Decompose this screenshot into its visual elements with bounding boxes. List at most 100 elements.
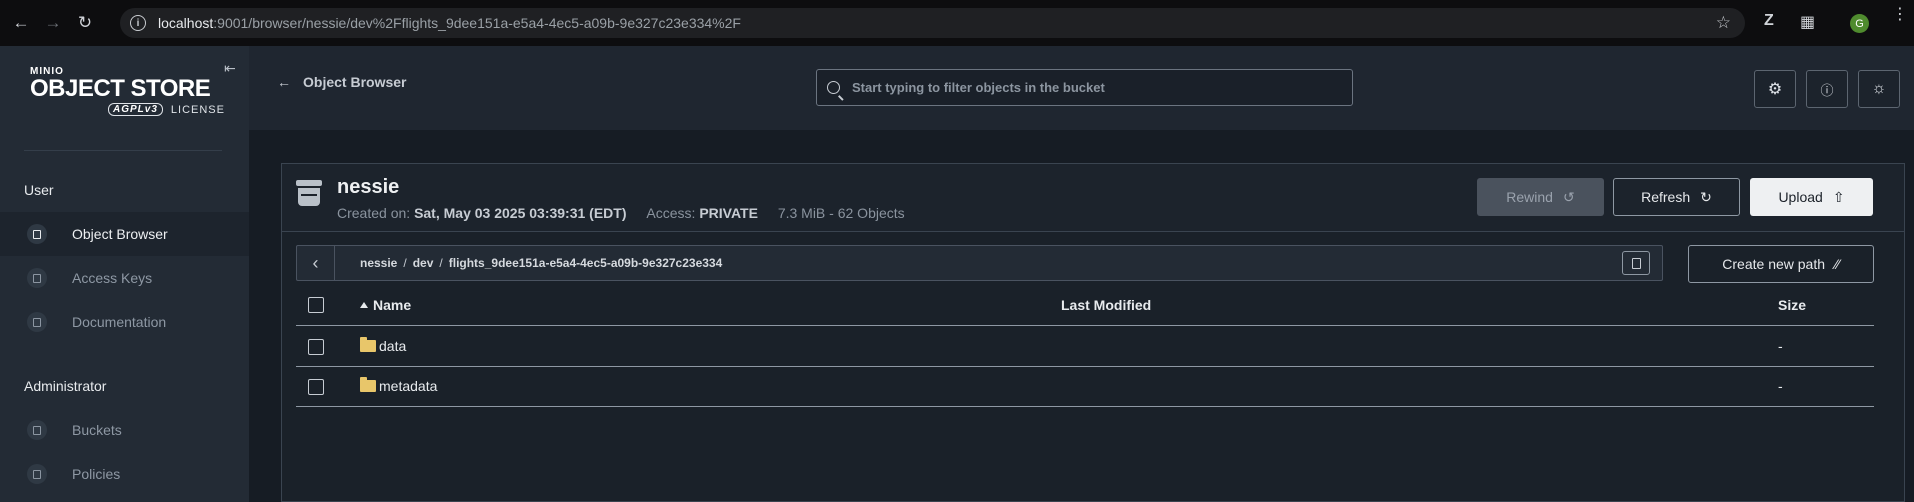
browser-toolbar: ← → ↻ i localhost:9001/browser/nessie/de… xyxy=(0,0,1914,46)
row-size: - xyxy=(1778,378,1783,394)
agpl-badge: AGPLv3 xyxy=(108,103,163,116)
created-value: Sat, May 03 2025 03:39:31 (EDT) xyxy=(414,205,627,221)
column-name-label: Name xyxy=(373,297,412,313)
extensions-puzzle-icon[interactable]: ▦ xyxy=(1800,12,1815,32)
back-arrow-icon[interactable]: ← xyxy=(10,12,32,34)
table-row[interactable]: data - xyxy=(296,327,1874,367)
access-value: PRIVATE xyxy=(699,205,758,221)
forward-arrow-icon[interactable]: → xyxy=(42,12,64,34)
sidebar-item-object-browser[interactable]: Object Browser xyxy=(0,212,249,256)
table-header: Name Last Modified Size xyxy=(296,284,1874,326)
bookmark-star-icon[interactable]: ☆ xyxy=(1716,13,1731,33)
breadcrumb-back-button[interactable]: ‹ xyxy=(297,246,335,280)
back-arrow-icon: ← xyxy=(277,74,291,90)
sidebar-item-label: Access Keys xyxy=(72,270,153,286)
row-checkbox[interactable] xyxy=(308,379,324,395)
breadcrumb-separator: / xyxy=(403,256,407,270)
upload-icon: ⇧ xyxy=(1832,188,1845,205)
help-icon: ⓘ xyxy=(1820,82,1834,98)
chevron-left-icon: ‹ xyxy=(312,252,319,273)
rewind-button[interactable]: Rewind ↺ xyxy=(1477,178,1604,216)
gear-icon: ⚙ xyxy=(1767,81,1783,98)
extension-z-icon[interactable]: Z xyxy=(1764,12,1774,30)
buckets-icon xyxy=(27,420,47,440)
sidebar-item-label: Policies xyxy=(72,466,121,482)
breadcrumb-path: nessie / dev / flights_9dee151a-e5a4-4ec5-a0… xyxy=(360,256,722,270)
access-keys-icon xyxy=(27,268,47,288)
refresh-label: Refresh xyxy=(1641,189,1691,205)
refresh-icon: ↻ xyxy=(1700,188,1712,205)
bucket-name: nessie xyxy=(337,176,400,198)
page-header: ← Object Browser ⚙ ⓘ ☼ xyxy=(249,46,1914,130)
row-size: - xyxy=(1778,338,1783,354)
search-icon xyxy=(827,81,840,94)
sidebar: MINIO OBJECT STORE AGPLv3 LICENSE ⇤ User… xyxy=(0,46,249,502)
breadcrumb-item[interactable]: flights_9dee151a-e5a4-4ec5-a09b-9e327c23… xyxy=(449,256,723,270)
settings-button[interactable]: ⚙ xyxy=(1754,70,1796,108)
table-row[interactable]: metadata - xyxy=(296,367,1874,407)
logo-license: AGPLv3 LICENSE xyxy=(108,103,225,116)
sidebar-item-buckets[interactable]: Buckets xyxy=(0,408,249,452)
create-new-path-button[interactable]: Create new path ⁄⁄ xyxy=(1688,245,1874,283)
profile-avatar[interactable]: G xyxy=(1850,14,1869,33)
site-info-icon[interactable]: i xyxy=(130,15,146,31)
column-name-header[interactable]: Name xyxy=(360,297,411,313)
policies-icon xyxy=(27,464,47,484)
collapse-sidebar-icon[interactable]: ⇤ xyxy=(224,60,236,77)
browser-menu-icon[interactable]: ⋮ xyxy=(1892,7,1908,23)
refresh-button[interactable]: Refresh ↻ xyxy=(1613,178,1740,216)
row-name-text: data xyxy=(379,338,407,354)
breadcrumb: ‹ nessie / dev / flights_9dee151a-e5a4-4ec5-… xyxy=(296,245,1663,281)
sidebar-item-access-keys[interactable]: Access Keys xyxy=(0,256,249,300)
bucket-meta: Created on: Sat, May 03 2025 03:39:31 (E… xyxy=(337,205,905,221)
upload-label: Upload xyxy=(1778,189,1823,205)
documentation-icon xyxy=(27,312,47,332)
address-bar[interactable]: i localhost:9001/browser/nessie/dev%2Ffl… xyxy=(120,8,1745,38)
created-label: Created on: xyxy=(337,205,411,221)
minio-logo: MINIO OBJECT STORE AGPLv3 LICENSE xyxy=(30,66,225,116)
copy-icon xyxy=(1631,257,1641,269)
sidebar-item-label: Object Browser xyxy=(72,226,168,242)
folder-icon xyxy=(360,337,376,352)
create-path-label: Create new path xyxy=(1722,256,1826,272)
help-button[interactable]: ⓘ xyxy=(1806,70,1848,108)
breadcrumb-separator: / xyxy=(439,256,443,270)
breadcrumb-item[interactable]: nessie xyxy=(360,256,397,270)
row-name-text: metadata xyxy=(379,378,438,394)
object-browser-icon xyxy=(27,224,47,244)
license-text: LICENSE xyxy=(170,103,225,116)
back-to-object-browser[interactable]: ← Object Browser xyxy=(277,74,406,90)
url-text[interactable]: localhost:9001/browser/nessie/dev%2Fflig… xyxy=(158,15,741,31)
search-input[interactable] xyxy=(852,80,1352,95)
column-modified-header[interactable]: Last Modified xyxy=(1061,297,1151,313)
select-all-checkbox[interactable] xyxy=(308,297,324,313)
column-size-header[interactable]: Size xyxy=(1778,297,1806,313)
bucket-stats: 7.3 MiB - 62 Objects xyxy=(777,205,905,221)
upload-button[interactable]: Upload ⇧ xyxy=(1750,178,1873,216)
row-checkbox[interactable] xyxy=(308,339,324,355)
history-icon: ↺ xyxy=(1562,188,1575,205)
access-label: Access: xyxy=(646,205,696,221)
bucket-header: nessie Created on: Sat, May 03 2025 03:3… xyxy=(282,164,1904,232)
row-name[interactable]: data xyxy=(360,337,407,354)
sort-up-icon xyxy=(360,302,368,308)
sidebar-item-label: Documentation xyxy=(72,314,167,330)
url-path: :9001/browser/nessie/dev%2Fflights_9dee1… xyxy=(213,15,741,31)
folder-icon xyxy=(360,377,376,392)
bucket-panel: nessie Created on: Sat, May 03 2025 03:3… xyxy=(281,163,1905,502)
sidebar-item-policies[interactable]: Policies xyxy=(0,452,249,496)
reload-icon[interactable]: ↻ xyxy=(74,12,96,34)
sidebar-item-documentation[interactable]: Documentation xyxy=(0,300,249,344)
theme-toggle-button[interactable]: ☼ xyxy=(1858,70,1900,108)
url-host: localhost xyxy=(158,15,214,31)
row-name[interactable]: metadata xyxy=(360,377,438,394)
bucket-icon xyxy=(296,180,322,208)
sidebar-item-label: Buckets xyxy=(72,422,122,438)
back-label: Object Browser xyxy=(303,74,407,90)
breadcrumb-item[interactable]: dev xyxy=(413,256,434,270)
search-box xyxy=(816,69,1353,106)
sidebar-divider xyxy=(24,150,222,151)
new-path-icon: ⁄⁄ xyxy=(1835,256,1840,272)
user-section-heading: User xyxy=(24,182,54,198)
copy-path-button[interactable] xyxy=(1622,251,1650,275)
